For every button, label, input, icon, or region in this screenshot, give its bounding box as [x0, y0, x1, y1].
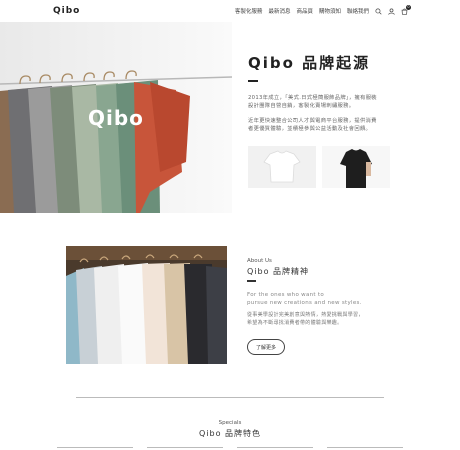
specials-title: Qibo 品牌特色: [198, 429, 262, 438]
white-tshirt-thumbnail[interactable]: [248, 146, 316, 188]
origin-para1-line1: 2013年成立，「美式.日式極簡服飾品牌」，擁有服裝: [248, 95, 377, 101]
about-divider: [247, 280, 256, 282]
title-divider: [248, 80, 258, 82]
nav-item-products[interactable]: 商品頁: [296, 7, 313, 15]
hero-image: Qibo: [0, 22, 232, 213]
special-card-1-border: [57, 447, 133, 448]
main-nav: 客製化服務 最新消息 商品頁 購物須知 聯絡我們 0: [235, 4, 411, 15]
about-title: Qibo 品牌精神: [247, 267, 310, 276]
about-paragraph: 從事美學設計完美創意與熱情，熱愛挑戰與學習， 希望為不斷尋找消費者帶的體驗與樂趣…: [247, 311, 364, 327]
nav-item-news[interactable]: 最新消息: [268, 7, 290, 15]
search-icon[interactable]: [375, 7, 382, 15]
cart-count-badge: 0: [406, 4, 411, 10]
origin-title: Qibo 品牌起源: [248, 54, 371, 72]
specials-card-tops: [57, 447, 403, 448]
cart-icon[interactable]: 0: [401, 4, 411, 15]
section-divider: [76, 397, 384, 398]
about-quote-line1: For the ones who want to: [247, 292, 325, 298]
about-quote: For the ones who want to pursue new crea…: [247, 291, 362, 307]
origin-paragraph-2: 近年更快速整合公司人才與電商平台服務，提供消費 者更優質體驗，並積極參與公益活動…: [248, 117, 418, 133]
user-icon[interactable]: [388, 7, 395, 15]
origin-para2-line2: 者更優質體驗，並積極參與公益活動及社會回饋。: [248, 126, 372, 132]
about-para-line1: 從事美學設計完美創意與熱情，熱愛挑戰與學習，: [247, 312, 364, 318]
nav-item-shopping-info[interactable]: 購物須知: [319, 7, 341, 15]
about-para-line2: 希望為不斷尋找消費者帶的體驗與樂趣。: [247, 320, 343, 326]
special-card-3-border: [237, 447, 313, 448]
origin-para2-line1: 近年更快速整合公司人才與電商平台服務，提供消費: [248, 118, 377, 124]
black-tshirt-thumbnail[interactable]: [322, 146, 390, 188]
origin-para1-line2: 設計團隊自營自銷，客製化賣場刺繡服務。: [248, 103, 355, 109]
specials-label: Specials: [218, 420, 242, 426]
about-label: About Us: [247, 258, 272, 264]
brand-spirit-image: [66, 246, 227, 364]
special-card-2-border: [147, 447, 223, 448]
special-card-4-border: [327, 447, 403, 448]
origin-paragraph-1: 2013年成立，「美式.日式極簡服飾品牌」，擁有服裝 設計團隊自營自銷，客製化賣…: [248, 94, 418, 110]
brand-logo[interactable]: Qibo: [53, 6, 80, 16]
nav-item-custom[interactable]: 客製化服務: [235, 7, 263, 15]
learn-more-button[interactable]: 了解更多: [247, 339, 285, 355]
nav-item-contact[interactable]: 聯絡我們: [347, 7, 369, 15]
about-quote-line2: pursue new creations and new styles.: [247, 300, 362, 306]
hero-image-logo-text: Qibo: [88, 106, 144, 130]
